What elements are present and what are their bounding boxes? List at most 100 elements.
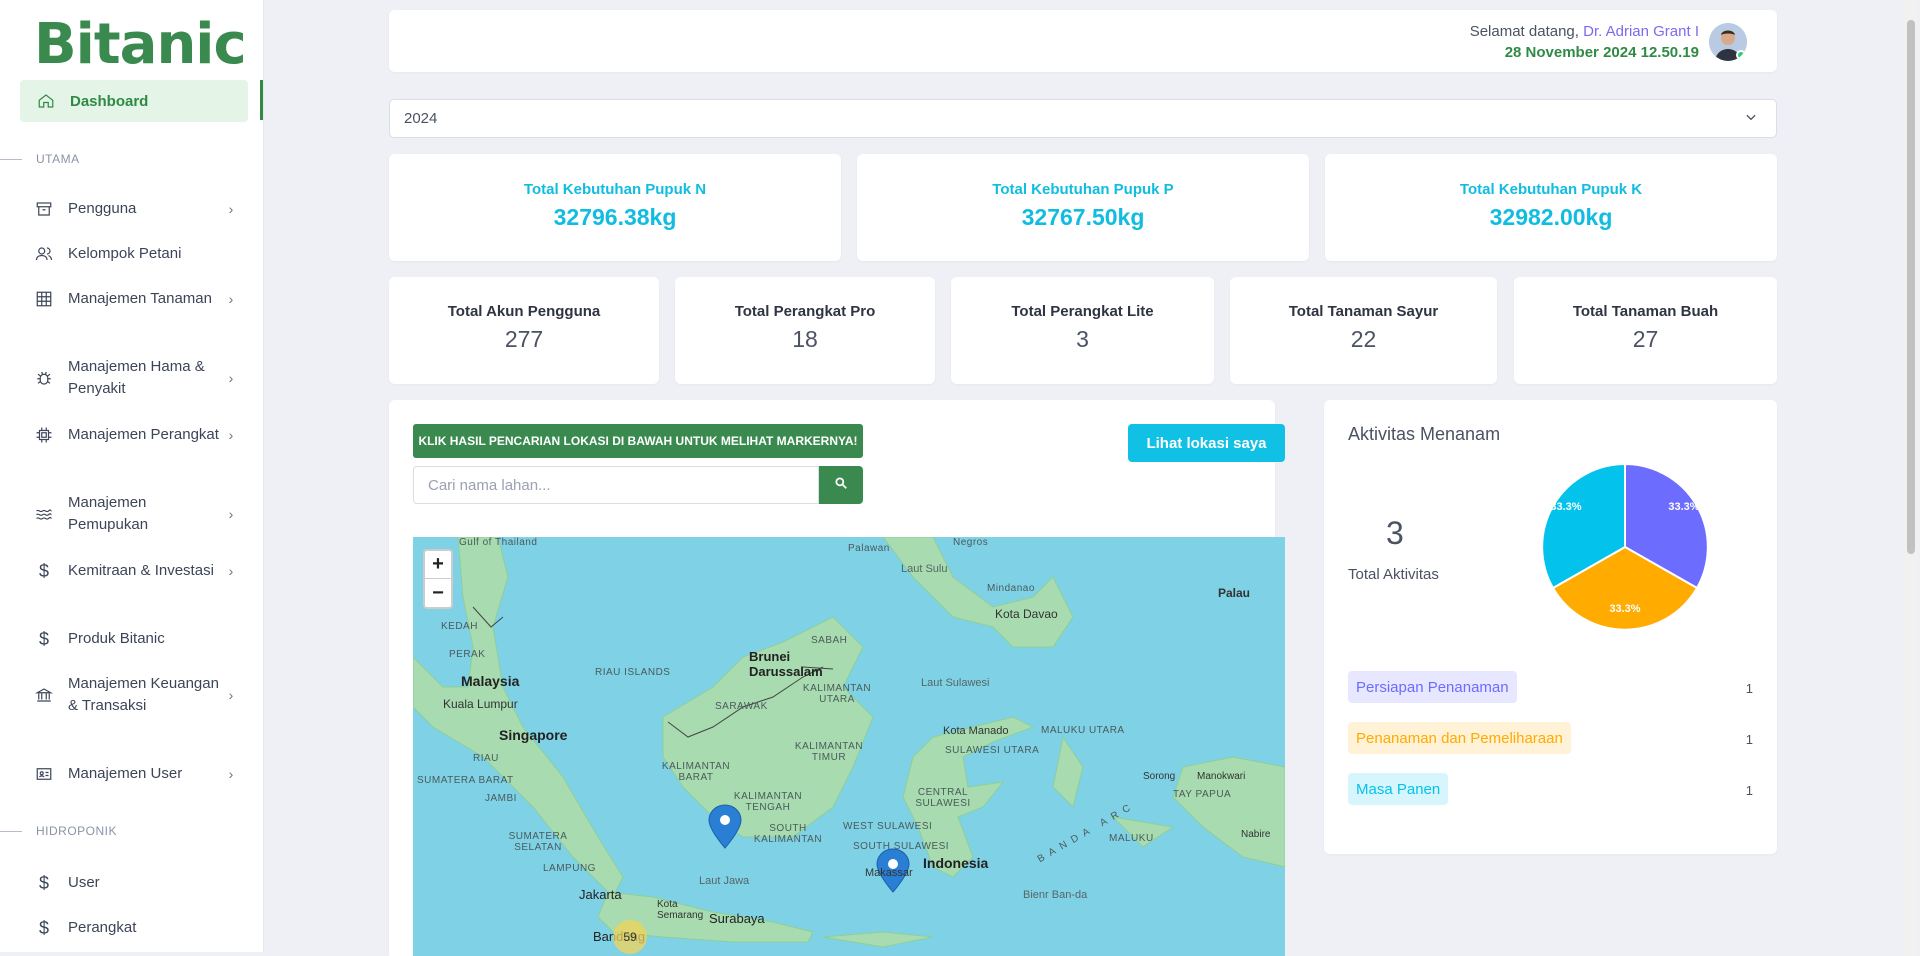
map-label: Laut Jawa	[699, 875, 750, 887]
map-label: LAMPUNG	[543, 863, 596, 874]
activity-total-label: Total Aktivitas	[1348, 566, 1439, 583]
stat-card-perangkat-pro: Total Perangkat Pro 18	[675, 277, 935, 384]
sidebar-item-hama-penyakit[interactable]: Manajemen Hama & Penyakit ›	[34, 356, 238, 400]
user-name: Dr. Adrian Grant I	[1583, 23, 1699, 40]
map-label: Indonesia	[923, 855, 989, 871]
search-icon	[834, 476, 848, 495]
map-label: Kota Manado	[943, 725, 1009, 737]
sidebar-item-manajemen-user[interactable]: Manajemen User ›	[34, 763, 238, 785]
activity-total: 3	[1386, 515, 1404, 551]
map-label: KALIMANTAN TIMUR	[794, 741, 864, 763]
map-label: Negros	[953, 537, 989, 548]
zoom-in-button[interactable]: +	[425, 551, 451, 579]
page-scrollbar[interactable]	[1904, 0, 1918, 956]
archive-icon	[34, 199, 54, 219]
dollar-icon: $	[38, 918, 49, 938]
home-icon	[36, 91, 56, 111]
sidebar-item-kemitraan[interactable]: $ Kemitraan & Investasi ›	[34, 560, 238, 582]
stat-card-pupuk-n: Total Kebutuhan Pupuk N 32796.38kg	[389, 154, 841, 261]
map-label: Gulf of Thailand	[459, 537, 538, 548]
chevron-right-icon: ›	[228, 291, 234, 307]
map-label: SARAWAK	[715, 701, 768, 712]
chip-icon	[34, 425, 54, 445]
my-location-button[interactable]: Lihat lokasi saya	[1128, 424, 1285, 462]
sidebar-item-keuangan[interactable]: Manajemen Keuangan & Transaksi ›	[34, 673, 238, 717]
activity-card: Aktivitas Menanam 3 Total Aktivitas 33.3…	[1324, 400, 1777, 854]
map-view[interactable]: + − Gulf of Thailand Palawan Negros Laut…	[413, 537, 1285, 956]
map-label: Mindanao	[987, 583, 1035, 594]
stat-card-pupuk-p: Total Kebutuhan Pupuk P 32767.50kg	[857, 154, 1309, 261]
map-label: Kuala Lumpur	[443, 697, 518, 711]
chevron-right-icon: ›	[228, 687, 234, 703]
legend-penanaman: Penanaman dan Pemeliharaan	[1348, 722, 1571, 754]
map-label: SUMATERA BARAT	[417, 775, 514, 786]
sidebar-item-manajemen-perangkat[interactable]: Manajemen Perangkat ›	[34, 424, 238, 446]
welcome-text: Selamat datang, Dr. Adrian Grant I 28 No…	[1469, 23, 1699, 61]
sidebar-item-manajemen-tanaman[interactable]: Manajemen Tanaman ›	[34, 288, 238, 310]
chevron-right-icon: ›	[228, 427, 234, 443]
stat-card-perangkat-lite: Total Perangkat Lite 3	[951, 277, 1214, 384]
map-label: MALUKU UTARA	[1041, 725, 1125, 736]
chevron-right-icon: ›	[228, 201, 234, 217]
sidebar-item-label: Dashboard	[70, 92, 149, 110]
sidebar-item-pengguna[interactable]: Pengguna ›	[34, 198, 238, 220]
chevron-right-icon: ›	[228, 506, 234, 522]
zoom-out-button[interactable]: −	[425, 579, 451, 607]
legend-count: 1	[1745, 681, 1753, 696]
map-label: SOUTH KALIMANTAN	[753, 823, 823, 845]
map-label: Kota Semarang	[657, 899, 704, 921]
online-status-dot	[1736, 50, 1746, 60]
map-label: Makassar	[865, 867, 913, 879]
search-input[interactable]	[413, 466, 819, 504]
pie-slice-label: 33.3%	[1668, 501, 1699, 513]
legend-count: 1	[1745, 732, 1753, 747]
legend-persiapan: Persiapan Penanaman	[1348, 671, 1517, 703]
map-label: SULAWESI UTARA	[945, 745, 1040, 756]
map-label: Brunei Darussalam	[749, 649, 823, 679]
grid-icon	[34, 289, 54, 309]
map-label: Laut Sulawesi	[921, 677, 990, 689]
map-label: RIAU	[473, 753, 499, 764]
map-label: KEDAH	[441, 621, 478, 632]
map-label: Nabire	[1241, 829, 1271, 840]
sidebar-item-hydro-user[interactable]: $ User	[34, 872, 238, 894]
bank-icon	[34, 685, 54, 705]
waves-icon	[34, 504, 54, 524]
activity-pie-chart: 33.3% 33.3% 33.3%	[1541, 462, 1709, 631]
sidebar-item-dashboard[interactable]: Dashboard	[20, 80, 248, 122]
map-label: KALIMANTAN TENGAH	[733, 791, 803, 813]
scrollbar-thumb[interactable]	[1907, 20, 1915, 554]
dollar-icon: $	[38, 629, 49, 649]
map-label: Sorong	[1143, 771, 1176, 782]
dollar-icon: $	[38, 873, 49, 893]
map-label: RIAU ISLANDS	[595, 667, 671, 678]
map-label: WEST SULAWESI	[843, 821, 933, 832]
sidebar-item-produk-bitanic[interactable]: $ Produk Bitanic	[34, 628, 238, 650]
avatar[interactable]	[1709, 23, 1747, 61]
zoom-control: + −	[423, 549, 453, 609]
chevron-down-icon	[1744, 110, 1758, 128]
legend-masa-panen: Masa Panen	[1348, 773, 1449, 805]
sidebar-item-manajemen-pemupukan[interactable]: Manajemen Pemupukan ›	[34, 492, 238, 536]
search-button[interactable]	[819, 466, 863, 504]
map-label: Bienr Ban-da	[1023, 889, 1088, 901]
id-card-icon	[34, 764, 54, 784]
pie-slice-label: 33.3%	[1550, 501, 1581, 513]
sidebar-item-hydro-perangkat[interactable]: $ Perangkat	[34, 917, 238, 939]
sidebar-item-kelompok-petani[interactable]: Kelompok Petani	[34, 243, 238, 265]
map-label: KALIMANTAN UTARA	[802, 683, 872, 705]
map-label: MALUKU	[1109, 833, 1154, 844]
map-label: PERAK	[449, 649, 486, 660]
section-hidroponik: HIDROPONIK	[0, 824, 117, 838]
top-header: Selamat datang, Dr. Adrian Grant I 28 No…	[389, 10, 1777, 72]
brand-logo[interactable]: Bitanic	[34, 12, 247, 77]
map-label: Singapore	[499, 727, 568, 743]
chevron-right-icon: ›	[228, 563, 234, 579]
year-select[interactable]: 2024	[389, 99, 1777, 138]
legend-count: 1	[1745, 783, 1753, 798]
bug-icon	[34, 368, 54, 388]
map-label: KALIMANTAN BARAT	[661, 761, 731, 783]
chevron-right-icon: ›	[228, 370, 234, 386]
marker-cluster[interactable]: 59	[613, 920, 647, 954]
section-utama: UTAMA	[0, 152, 80, 166]
